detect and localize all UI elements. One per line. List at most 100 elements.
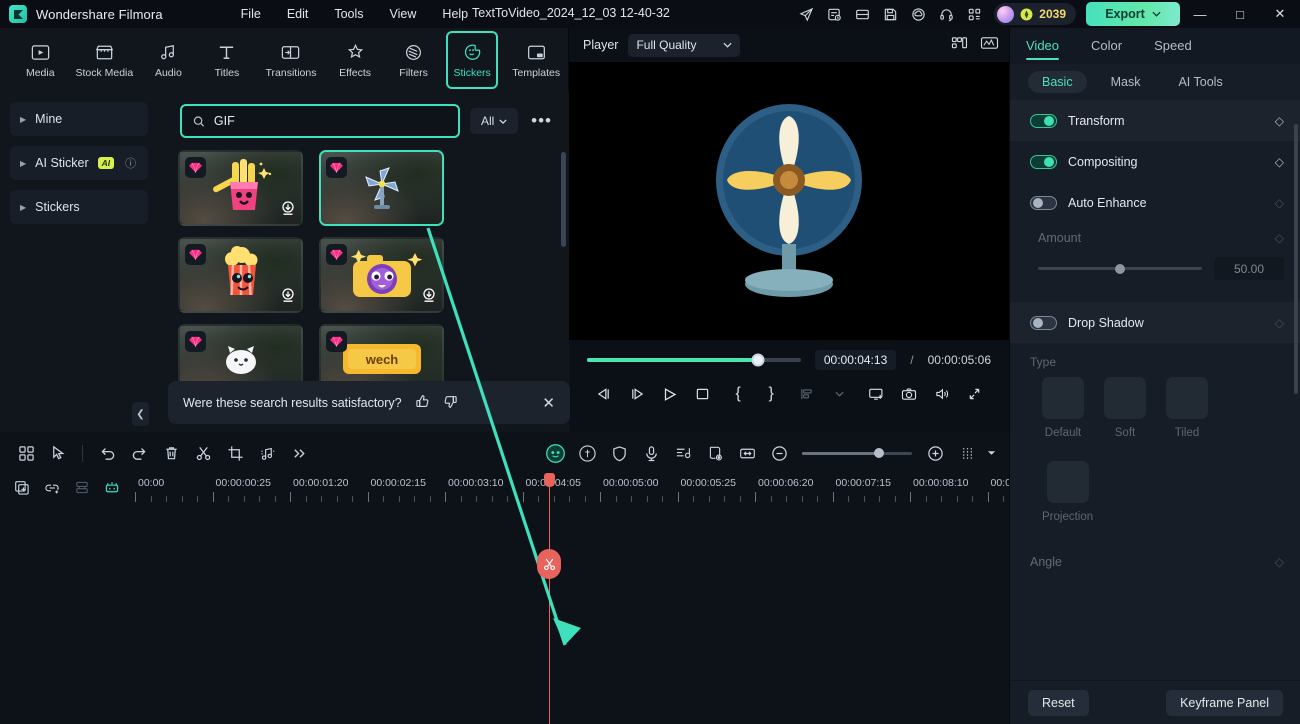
keyframe-panel-button[interactable]: Keyframe Panel	[1166, 689, 1283, 716]
export-button[interactable]: Export	[1086, 2, 1180, 26]
mark-in-button[interactable]: {	[722, 380, 755, 408]
prev-frame-button[interactable]	[587, 380, 620, 408]
redo-icon[interactable]	[123, 438, 155, 468]
category-stock-media[interactable]: Stock Media	[73, 31, 137, 89]
sidebar-item-stickers[interactable]: ▶ Stickers	[10, 190, 148, 224]
align-dropdown[interactable]	[823, 380, 856, 408]
delete-icon[interactable]	[155, 438, 187, 468]
menu-view[interactable]: View	[378, 3, 429, 25]
shadow-type-soft[interactable]: Soft	[1104, 377, 1146, 439]
audio-detach-icon[interactable]	[251, 438, 283, 468]
thumbs-down-icon[interactable]	[443, 394, 458, 412]
category-media[interactable]: Media	[14, 31, 67, 89]
shadow-type-default[interactable]: Default	[1042, 377, 1084, 439]
grid-view-icon[interactable]	[10, 438, 42, 468]
close-button[interactable]: ✕	[1260, 0, 1300, 28]
seek-bar[interactable]	[587, 353, 801, 367]
cloud-upload-icon[interactable]	[904, 0, 932, 28]
sticker-thumb-selected[interactable]	[319, 150, 444, 226]
keyframe-diamond-icon[interactable]: ◇	[1275, 231, 1284, 245]
ai-portrait-icon[interactable]	[571, 438, 603, 468]
more-options-icon[interactable]: •••	[528, 111, 555, 131]
task-list-icon[interactable]	[820, 0, 848, 28]
zoom-in-button[interactable]	[919, 438, 951, 468]
mark-out-button[interactable]: }	[755, 380, 788, 408]
results-scrollbar[interactable]	[561, 152, 566, 247]
grid-apps-icon[interactable]	[960, 0, 988, 28]
search-input[interactable]	[213, 114, 448, 128]
ai-smart-icon[interactable]	[539, 438, 571, 468]
drop-shadow-toggle[interactable]	[1030, 315, 1057, 330]
render-dropdown-icon[interactable]	[983, 438, 999, 468]
amount-value[interactable]: 50.00	[1214, 257, 1284, 280]
reset-button[interactable]: Reset	[1028, 689, 1089, 716]
camera-snapshot-button[interactable]	[892, 380, 925, 408]
zoom-handle[interactable]	[874, 448, 884, 458]
subtab-mask[interactable]: Mask	[1097, 71, 1155, 93]
send-icon[interactable]	[792, 0, 820, 28]
keyframe-diamond-icon[interactable]: ◇	[1275, 316, 1284, 330]
category-templates[interactable]: Templates	[504, 31, 568, 89]
keyframe-diamond-icon[interactable]: ◇	[1275, 555, 1284, 569]
transform-toggle[interactable]	[1030, 113, 1057, 128]
properties-scrollbar[interactable]	[1294, 124, 1298, 394]
sticker-thumb[interactable]	[178, 237, 303, 313]
sticker-thumb[interactable]	[319, 237, 444, 313]
zoom-out-button[interactable]	[763, 438, 795, 468]
search-box[interactable]	[180, 104, 461, 138]
zoom-slider[interactable]	[802, 448, 912, 458]
cursor-select-icon[interactable]	[42, 438, 74, 468]
waveform-icon[interactable]	[980, 35, 999, 56]
quality-dropdown[interactable]: Full Quality	[628, 33, 741, 57]
shadow-projection[interactable]: Projection	[1042, 461, 1093, 523]
seek-handle[interactable]	[751, 353, 765, 367]
layout-icon[interactable]	[848, 0, 876, 28]
snapshot-to-timeline-button[interactable]	[859, 380, 892, 408]
toast-close-button[interactable]: ✕	[542, 394, 555, 412]
undo-icon[interactable]	[91, 438, 123, 468]
playhead[interactable]	[544, 473, 555, 724]
link-group-icon[interactable]	[38, 475, 66, 501]
timeline-ruler[interactable]: 00:00 00:00:00:25 00:00:01:20 00:00:02:15 00…	[133, 474, 1009, 502]
fullscreen-button[interactable]	[958, 380, 991, 408]
subtab-basic[interactable]: Basic	[1028, 71, 1087, 93]
sidebar-item-mine[interactable]: ▶ Mine	[10, 102, 148, 136]
collapse-panel-button[interactable]: ❮	[132, 402, 149, 426]
category-titles[interactable]: Titles	[201, 31, 254, 89]
maximize-button[interactable]: □	[1220, 0, 1260, 28]
stop-button[interactable]	[686, 380, 719, 408]
menu-tools[interactable]: Tools	[322, 3, 375, 25]
category-audio[interactable]: Audio	[142, 31, 195, 89]
category-transitions[interactable]: Transitions	[259, 31, 323, 89]
shield-icon[interactable]	[603, 438, 635, 468]
subtab-ai-tools[interactable]: AI Tools	[1164, 71, 1236, 93]
render-grid-icon[interactable]	[951, 438, 983, 468]
credits-pill[interactable]: 2039	[994, 3, 1076, 25]
crop-icon[interactable]	[219, 438, 251, 468]
shadow-type-tiled[interactable]: Tiled	[1166, 377, 1208, 439]
record-voiceover-icon[interactable]	[635, 438, 667, 468]
tab-color[interactable]: Color	[1091, 28, 1122, 64]
amount-slider-handle[interactable]	[1115, 263, 1125, 274]
amount-slider[interactable]	[1038, 263, 1202, 274]
play-button[interactable]	[653, 380, 686, 408]
filter-dropdown[interactable]: All	[470, 108, 519, 134]
download-icon[interactable]	[422, 288, 436, 306]
tab-speed[interactable]: Speed	[1154, 28, 1192, 64]
minimize-button[interactable]: —	[1180, 0, 1220, 28]
menu-file[interactable]: File	[229, 3, 273, 25]
playhead-handle[interactable]	[544, 473, 555, 487]
next-frame-button[interactable]	[620, 380, 653, 408]
save-icon[interactable]	[876, 0, 904, 28]
auto-enhance-toggle[interactable]	[1030, 195, 1057, 210]
keyframe-diamond-icon[interactable]: ◇	[1275, 155, 1284, 169]
marker-icon[interactable]	[699, 438, 731, 468]
layers-icon[interactable]	[68, 475, 96, 501]
align-button[interactable]	[790, 380, 823, 408]
keyframe-diamond-icon[interactable]: ◇	[1275, 114, 1284, 128]
audio-mixer-icon[interactable]	[667, 438, 699, 468]
headset-icon[interactable]	[932, 0, 960, 28]
download-icon[interactable]	[281, 201, 295, 219]
sidebar-item-ai-sticker[interactable]: ▶ AI Sticker AI ⓘ	[10, 146, 148, 180]
split-marker-badge[interactable]	[537, 549, 561, 579]
